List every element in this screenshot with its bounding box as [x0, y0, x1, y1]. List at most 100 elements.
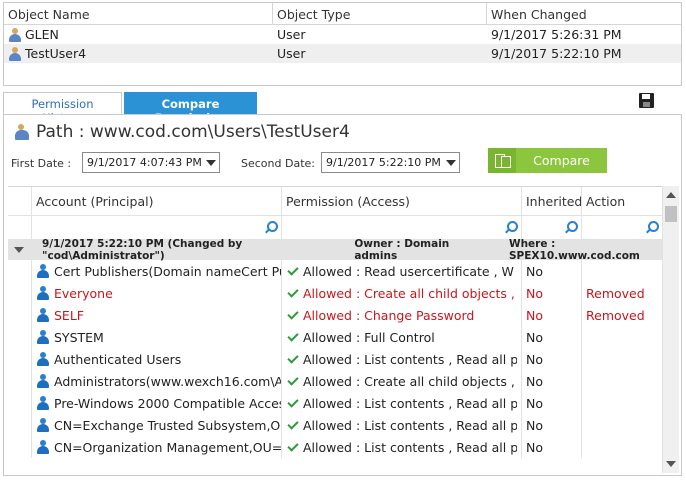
table-row[interactable]: Pre-Windows 2000 Compatible Acces... Allo… — [8, 392, 662, 414]
permission-text: Allowed : List contents , Read all p... — [303, 439, 517, 455]
table-row[interactable]: Everyone Allowed : Create all child objec… — [8, 282, 662, 304]
check-icon — [287, 395, 299, 408]
check-icon — [287, 263, 299, 276]
scroll-up-icon[interactable] — [666, 192, 676, 198]
search-icon[interactable] — [264, 221, 278, 234]
search-icon[interactable] — [504, 221, 518, 234]
permission-text: Allowed : Full Control — [303, 329, 435, 345]
filter-inherited[interactable] — [522, 216, 582, 239]
col-permission[interactable]: Permission (Access) — [282, 187, 522, 215]
search-icon[interactable] — [564, 221, 578, 234]
object-row-selected[interactable]: TestUser4 User 9/1/2017 5:22:10 PM — [4, 44, 681, 63]
action-value: Removed — [586, 285, 645, 301]
object-when: 9/1/2017 5:26:31 PM — [491, 27, 622, 42]
compare-icon — [488, 148, 516, 173]
inherited-value: No — [522, 370, 582, 392]
check-icon — [287, 373, 299, 386]
action-value — [582, 370, 662, 392]
action-value — [582, 348, 662, 370]
action-value — [582, 326, 662, 348]
scroll-thumb[interactable] — [665, 206, 677, 222]
account-name: Authenticated Users — [54, 351, 182, 367]
col-object-type[interactable]: Object Type — [273, 3, 487, 24]
object-name: GLEN — [25, 27, 59, 42]
compare-button[interactable]: Compare — [488, 148, 607, 173]
table-row[interactable]: CN=Organization Management,OU=... Allowed… — [8, 436, 662, 458]
second-date-select[interactable]: 9/1/2017 5:22:10 PM — [321, 152, 460, 173]
action-value — [582, 260, 662, 282]
permission-text: Allowed : Create all child objects , ... — [303, 373, 517, 389]
group-icon — [36, 308, 50, 322]
search-icon[interactable] — [645, 221, 659, 234]
table-row[interactable]: Authenticated Users Allowed : List conten… — [8, 348, 662, 370]
tab-compare-permission[interactable]: Compare Permission — [124, 92, 257, 125]
group-icon — [36, 286, 50, 300]
table-row[interactable]: SYSTEM Allowed : Full Control No — [8, 326, 662, 348]
table-row[interactable]: CN=Exchange Trusted Subsystem,OU... Allow… — [8, 414, 662, 436]
inherited-value: No — [522, 304, 582, 326]
vertical-scrollbar[interactable] — [662, 186, 679, 473]
filter-account[interactable] — [32, 216, 282, 239]
object-name: TestUser4 — [25, 46, 87, 61]
first-date-select[interactable]: 9/1/2017 4:07:43 PM — [82, 152, 220, 173]
first-date-value: 9/1/2017 4:07:43 PM — [87, 156, 202, 169]
group-icon — [36, 264, 50, 278]
check-icon — [287, 351, 299, 364]
col-when-changed[interactable]: When Changed — [487, 3, 681, 24]
group-where: Where : SPEX10.www.cod.com — [509, 238, 640, 262]
check-icon — [287, 417, 299, 430]
inherited-value: No — [522, 348, 582, 370]
permission-text: Allowed : Create all child objects , ... — [303, 285, 517, 301]
inherited-value: No — [522, 392, 582, 414]
col-object-name[interactable]: Object Name — [4, 3, 273, 24]
table-row[interactable]: Administrators(www.wexch16.com\Ad... Allo… — [8, 370, 662, 392]
account-name: CN=Organization Management,OU=... — [54, 439, 282, 455]
group-icon — [36, 440, 50, 454]
col-inherited[interactable]: Inherited — [522, 187, 582, 215]
action-value — [582, 436, 662, 458]
account-name: Administrators(www.wexch16.com\Ad... — [54, 373, 282, 389]
group-row[interactable]: 9/1/2017 5:22:10 PM (Changed by "cod\Adm… — [8, 238, 662, 262]
account-name: CN=Exchange Trusted Subsystem,OU... — [54, 417, 282, 433]
path-header: Path : www.cod.com\Users\TestUser4 — [14, 122, 350, 142]
objects-table: Object Name Object Type When Changed GLE… — [3, 2, 682, 86]
permission-text: Allowed : Change Password — [303, 307, 475, 323]
inherited-value: No — [522, 414, 582, 436]
table-row[interactable]: SELF Allowed : Change Password No Removed — [8, 304, 662, 326]
group-icon — [36, 330, 50, 344]
chevron-down-icon — [206, 160, 216, 166]
inherited-value: No — [522, 282, 582, 304]
col-action[interactable]: Action — [582, 187, 662, 215]
inherited-value: No — [522, 436, 582, 458]
date-controls: First Date : 9/1/2017 4:07:43 PM Second … — [11, 148, 676, 176]
account-name: Pre-Windows 2000 Compatible Acces... — [54, 395, 282, 411]
inherited-value: No — [522, 260, 582, 282]
permissions-grid: Account (Principal) Permission (Access) … — [8, 186, 662, 473]
chevron-down-icon — [446, 160, 456, 166]
table-row[interactable]: Cert Publishers(Domain nameCert Pu... All… — [8, 260, 662, 282]
filter-action[interactable] — [582, 216, 662, 239]
grid-header: Account (Principal) Permission (Access) … — [8, 187, 662, 216]
check-icon — [287, 329, 299, 342]
action-value — [582, 392, 662, 414]
second-date-value: 9/1/2017 5:22:10 PM — [326, 156, 441, 169]
permission-text: Allowed : List contents , Read all p... — [303, 417, 517, 433]
filter-row — [8, 216, 662, 240]
objects-header: Object Name Object Type When Changed — [4, 3, 681, 25]
col-account[interactable]: Account (Principal) — [32, 187, 282, 215]
object-row[interactable]: GLEN User 9/1/2017 5:26:31 PM — [4, 25, 681, 44]
object-type: User — [277, 27, 306, 42]
permission-text: Allowed : List contents , Read all p... — [303, 351, 517, 367]
account-name: SYSTEM — [54, 329, 104, 345]
compare-panel: Path : www.cod.com\Users\TestUser4 First… — [3, 114, 682, 476]
filter-permission[interactable] — [282, 216, 522, 239]
group-date: 9/1/2017 5:22:10 PM (Changed by "cod\Adm… — [42, 238, 243, 262]
group-owner: Owner : Domain admins — [354, 238, 450, 262]
object-when: 9/1/2017 5:22:10 PM — [491, 46, 622, 61]
first-date-label: First Date : — [11, 157, 72, 170]
scroll-down-icon[interactable] — [666, 461, 676, 467]
collapse-icon[interactable] — [14, 247, 24, 253]
tab-permission-history[interactable]: Permission History — [3, 92, 122, 125]
save-icon[interactable] — [639, 93, 654, 108]
second-date-label: Second Date: — [241, 157, 315, 170]
